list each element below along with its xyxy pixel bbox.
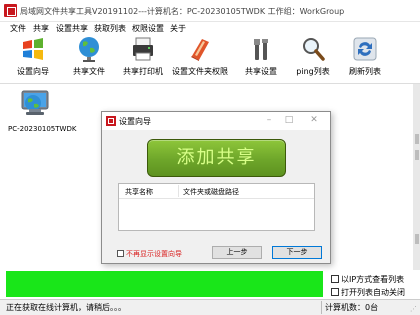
- share-printer-button[interactable]: 共享打印机: [118, 34, 168, 82]
- status-divider: [321, 301, 322, 314]
- progress-bar: [6, 271, 323, 297]
- globe-icon: [79, 37, 99, 62]
- share-settings-label: 共享设置: [245, 67, 277, 76]
- close-icon[interactable]: ✕: [307, 114, 321, 127]
- scrollbar-track[interactable]: [413, 84, 420, 270]
- network-computer-icon: [21, 90, 49, 115]
- printer-icon: [133, 37, 153, 61]
- magnifier-icon: [303, 38, 325, 61]
- column-divider: [178, 185, 179, 197]
- folder-permission-button[interactable]: 设置文件夹权限: [172, 34, 228, 82]
- menu-bar: 文件 共享 设置共享 获取列表 权限设置 关于: [0, 22, 420, 34]
- refresh-list-button[interactable]: 刷新列表: [342, 34, 388, 82]
- checkbox-box[interactable]: [331, 288, 339, 296]
- menu-about[interactable]: 关于: [170, 23, 186, 34]
- prev-button[interactable]: 上一步: [212, 246, 262, 259]
- computer-name: PC-20230105TWDK: [8, 125, 77, 133]
- refresh-list-label: 刷新列表: [349, 67, 381, 76]
- menu-permissions[interactable]: 权限设置: [132, 23, 164, 34]
- refresh-icon: [353, 37, 377, 61]
- dialog-title-bar[interactable]: 设置向导 – □ ✕: [102, 112, 330, 130]
- scroll-mark: [415, 134, 419, 144]
- column-folder-path[interactable]: 文件夹或磁盘路径: [183, 187, 239, 197]
- resize-grip-icon[interactable]: ⋰: [410, 305, 418, 313]
- hide-wizard-checkbox[interactable]: 不再显示设置向导: [117, 249, 182, 259]
- window-title: 局域网文件共享工具V20191102---计算机名：PC-20230105TWD…: [20, 7, 345, 16]
- share-list[interactable]: 共享名称 文件夹或磁盘路径: [118, 183, 315, 231]
- menu-share[interactable]: 共享: [33, 23, 49, 34]
- share-settings-button[interactable]: 共享设置: [238, 34, 284, 82]
- menu-file[interactable]: 文件: [10, 23, 26, 34]
- status-message: 正在获取在线计算机，请稍后。。。: [6, 303, 126, 312]
- scroll-mark: [415, 150, 419, 160]
- bottom-panel: 以IP方式查看列表 打开列表自动关闭: [0, 270, 420, 300]
- checkbox-box[interactable]: [117, 250, 124, 257]
- minimize-icon[interactable]: –: [262, 114, 276, 127]
- windows-logo-icon: [23, 38, 43, 60]
- hide-wizard-label: 不再显示设置向导: [126, 250, 182, 258]
- menu-get-list[interactable]: 获取列表: [94, 23, 126, 34]
- menu-set-share[interactable]: 设置共享: [56, 23, 88, 34]
- setup-wizard-dialog: 设置向导 – □ ✕ 添加共享 共享名称 文件夹或磁盘路径 不再显示设置向导 上…: [101, 111, 331, 264]
- share-printer-label: 共享打印机: [123, 67, 163, 76]
- title-bar: 局域网文件共享工具V20191102---计算机名：PC-20230105TWD…: [0, 0, 420, 22]
- next-button[interactable]: 下一步: [272, 246, 322, 259]
- computer-count: 计算机数：0台: [325, 303, 379, 312]
- share-file-button[interactable]: 共享文件: [66, 34, 112, 82]
- auto-close-checkbox[interactable]: 打开列表自动关闭: [331, 287, 405, 298]
- checkbox-box[interactable]: [331, 275, 339, 283]
- book-icon: [191, 39, 209, 61]
- status-bar: 正在获取在线计算机，请稍后。。。 计算机数：0台 ⋰: [0, 299, 420, 315]
- ip-view-checkbox[interactable]: 以IP方式查看列表: [331, 274, 404, 285]
- add-share-button[interactable]: 添加共享: [147, 139, 286, 177]
- toolbar: 设置向导 共享文件 共享打印机 设置文件夹权限 共享设置 ping列表 刷新列表: [0, 34, 420, 84]
- ping-list-button[interactable]: ping列表: [290, 34, 336, 82]
- header-divider: [119, 198, 314, 199]
- auto-close-label: 打开列表自动关闭: [341, 288, 405, 297]
- dialog-title: 设置向导: [119, 117, 151, 126]
- app-icon: [4, 4, 17, 17]
- dialog-app-icon: [106, 116, 116, 126]
- scroll-mark: [415, 234, 419, 244]
- maximize-icon[interactable]: □: [282, 114, 296, 127]
- setup-wizard-button[interactable]: 设置向导: [10, 34, 56, 82]
- share-file-label: 共享文件: [73, 67, 105, 76]
- setup-wizard-label: 设置向导: [17, 67, 49, 76]
- ip-view-label: 以IP方式查看列表: [341, 275, 405, 284]
- column-share-name[interactable]: 共享名称: [125, 187, 153, 197]
- tools-icon: [254, 39, 268, 60]
- ping-list-label: ping列表: [296, 67, 330, 76]
- folder-permission-label: 设置文件夹权限: [172, 67, 228, 76]
